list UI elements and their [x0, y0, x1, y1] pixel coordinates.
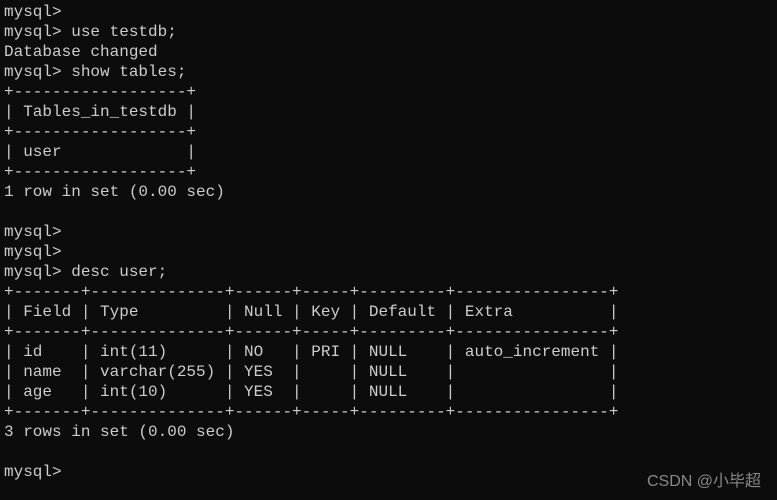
prompt-line: mysql>	[4, 222, 773, 242]
table-border: +-------+--------------+------+-----+---…	[4, 402, 773, 422]
table-row: | id | int(11) | NO | PRI | NULL | auto_…	[4, 342, 773, 362]
mysql-prompt: mysql>	[4, 263, 62, 281]
prompt-line: mysql>	[4, 242, 773, 262]
command-line[interactable]: mysql> use testdb;	[4, 22, 773, 42]
blank-line	[4, 202, 773, 222]
command-line[interactable]: mysql> show tables;	[4, 62, 773, 82]
table-row: | user |	[4, 142, 773, 162]
mysql-prompt: mysql>	[4, 223, 62, 241]
row-count-message: 1 row in set (0.00 sec)	[4, 182, 773, 202]
mysql-prompt: mysql>	[4, 23, 62, 41]
output-line: Database changed	[4, 42, 773, 62]
command-use-db: use testdb;	[71, 23, 177, 41]
table-border: +-------+--------------+------+-----+---…	[4, 322, 773, 342]
table-header: | Field | Type | Null | Key | Default | …	[4, 302, 773, 322]
table-row: | age | int(10) | YES | | NULL | |	[4, 382, 773, 402]
table-header: | Tables_in_testdb |	[4, 102, 773, 122]
prompt-line: mysql>	[4, 2, 773, 22]
row-count-message: 3 rows in set (0.00 sec)	[4, 422, 773, 442]
command-line[interactable]: mysql> desc user;	[4, 262, 773, 282]
mysql-prompt: mysql>	[4, 463, 62, 481]
command-desc-user: desc user;	[71, 263, 167, 281]
table-border: +------------------+	[4, 82, 773, 102]
table-border: +-------+--------------+------+-----+---…	[4, 282, 773, 302]
blank-line	[4, 442, 773, 462]
mysql-prompt: mysql>	[4, 63, 62, 81]
mysql-prompt: mysql>	[4, 3, 62, 21]
watermark: CSDN @小毕超	[647, 472, 761, 492]
mysql-prompt: mysql>	[4, 243, 62, 261]
table-border: +------------------+	[4, 122, 773, 142]
db-changed-message: Database changed	[4, 43, 158, 61]
table-border: +------------------+	[4, 162, 773, 182]
command-show-tables: show tables;	[71, 63, 186, 81]
table-row: | name | varchar(255) | YES | | NULL | |	[4, 362, 773, 382]
